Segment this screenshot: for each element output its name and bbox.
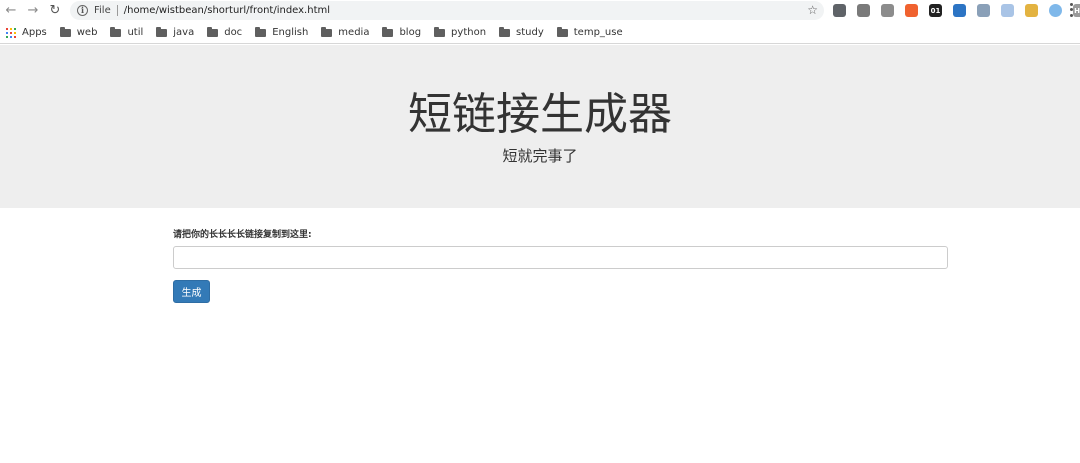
folder-icon	[556, 26, 568, 37]
bookmark-label: study	[516, 27, 544, 38]
bookmark-folders: web util java doc English media blog python stud…	[59, 26, 636, 38]
back-arrow-icon[interactable]: ←	[0, 0, 22, 21]
bookmark-label: Apps	[22, 27, 47, 38]
jumbotron: 短链接生成器 短就完事了	[0, 45, 1080, 208]
folder-icon	[110, 26, 122, 37]
bookmarks-bar: Apps web util java doc English media blog pytho…	[0, 22, 1080, 44]
grid-ext-icon[interactable]	[857, 4, 870, 17]
folder-icon	[382, 26, 394, 37]
bookmark-folder-web[interactable]: web	[59, 26, 98, 38]
browser-toolbar: ← → ↻ i File /home/wistbean/shorturl/fro…	[0, 0, 1080, 21]
menu-dots-icon[interactable]	[1066, 2, 1076, 18]
folder-icon	[255, 26, 267, 37]
pen-ext-icon[interactable]	[977, 4, 990, 17]
bookmark-folder-util[interactable]: util	[110, 26, 144, 38]
bookmark-folder-study[interactable]: study	[499, 26, 544, 38]
bookmark-folder-doc[interactable]: doc	[207, 26, 243, 38]
bookmark-folder-english[interactable]: English	[255, 26, 309, 38]
shorten-form: 请把你的长长长长链接复制到这里: 生成	[173, 228, 949, 303]
block-ext-icon[interactable]	[905, 4, 918, 17]
folder-icon	[499, 26, 511, 37]
extension-icons: 01H1	[833, 3, 1080, 18]
binary-ext-icon[interactable]: 01	[929, 4, 942, 17]
folder-icon	[434, 26, 446, 37]
forward-arrow-icon[interactable]: →	[22, 0, 44, 21]
bookmark-folder-media[interactable]: media	[321, 26, 370, 38]
ghost-ext-icon[interactable]	[881, 4, 894, 17]
url-separator	[116, 5, 118, 16]
bookmark-star-icon[interactable]: ☆	[807, 3, 818, 17]
url-input-label: 请把你的长长长长链接复制到这里:	[173, 230, 312, 240]
folder-icon	[59, 26, 71, 37]
bookmark-label: media	[338, 27, 370, 38]
sync-ext-icon[interactable]	[953, 4, 966, 17]
generate-button[interactable]: 生成	[173, 280, 210, 303]
long-url-input[interactable]	[173, 246, 948, 269]
page-title: 短链接生成器	[408, 89, 672, 140]
bookmark-folder-temp_use[interactable]: temp_use	[556, 26, 623, 38]
url-text[interactable]: /home/wistbean/shorturl/front/index.html	[124, 5, 330, 16]
folder-icon	[321, 26, 333, 37]
bookmark-folder-blog[interactable]: blog	[382, 26, 422, 38]
bookmark-label: python	[451, 27, 487, 38]
compass-ext-icon[interactable]	[833, 4, 846, 17]
bookmark-folder-java[interactable]: java	[156, 26, 195, 38]
doc-ext-icon[interactable]	[1001, 4, 1014, 17]
folder-icon	[156, 26, 168, 37]
color-ext-icon[interactable]	[1025, 4, 1038, 17]
bookmark-label: temp_use	[573, 27, 623, 38]
address-bar[interactable]: i File /home/wistbean/shorturl/front/ind…	[70, 1, 824, 20]
bookmark-label: doc	[224, 27, 243, 38]
bookmark-label: util	[127, 27, 144, 38]
bookmark-label: web	[76, 27, 98, 38]
folder-icon	[207, 26, 219, 37]
url-scheme: File	[94, 5, 111, 16]
bookmark-apps[interactable]: Apps	[6, 27, 47, 38]
info-icon[interactable]: i	[77, 5, 88, 16]
circle-ext-icon[interactable]	[1049, 4, 1062, 17]
bookmark-label: blog	[399, 27, 422, 38]
bookmark-label: java	[173, 27, 195, 38]
page-subtitle: 短就完事了	[502, 147, 578, 165]
bookmark-label: English	[272, 27, 309, 38]
reload-icon[interactable]: ↻	[44, 0, 66, 21]
apps-grid-icon	[6, 27, 16, 38]
bookmark-folder-python[interactable]: python	[434, 26, 487, 38]
